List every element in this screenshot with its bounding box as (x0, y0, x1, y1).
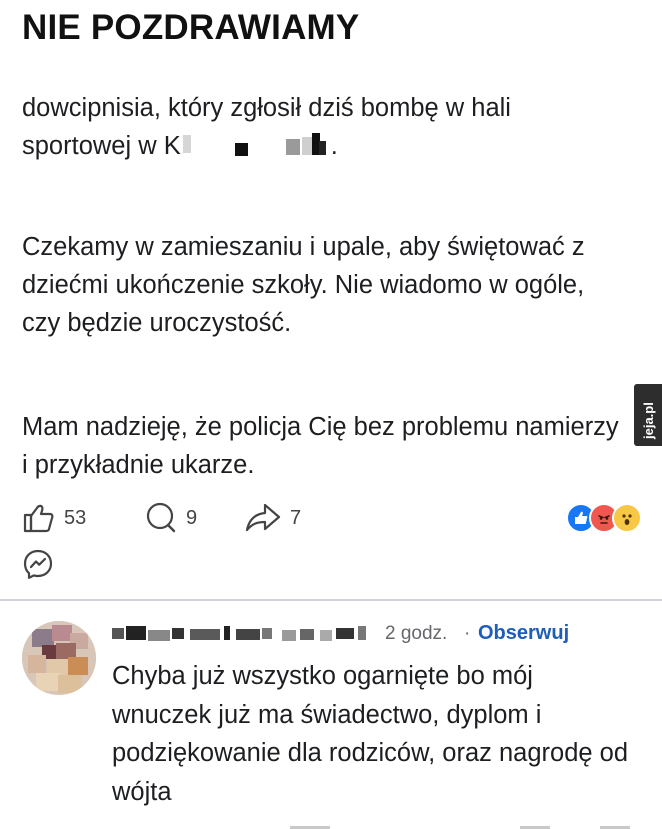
post-action-bar: 53 9 7 (22, 500, 642, 536)
redacted-commenter-name[interactable] (112, 626, 374, 642)
thumbs-up-icon (23, 504, 54, 533)
comment: 2 godz. · Obserwuj Chyba już wszystko og… (0, 601, 662, 829)
post: NIE POZDRAWIAMY dowcipnisia, który zgłos… (0, 0, 662, 600)
post-title: NIE POZDRAWIAMY (22, 8, 360, 47)
comment-timestamp: 2 godz. (385, 623, 448, 644)
post-paragraph-1-line-2-end: . (330, 132, 338, 160)
comment-text: Chyba już wszystko ogarnięte bo mój wnuc… (112, 662, 629, 806)
comment-bubble-icon (146, 502, 176, 533)
jeja-watermark: jeja.pl (634, 384, 662, 446)
commenter-avatar[interactable] (22, 621, 96, 695)
like-button[interactable]: 53 (22, 500, 86, 536)
post-paragraph-1: dowcipnisia, który zgłosił dziś bombę w … (22, 89, 622, 165)
post-paragraph-1-line-1: dowcipnisia, który zgłosił dziś bombę w … (22, 94, 511, 122)
jeja-logo: jeja.pl (641, 402, 656, 440)
follow-button[interactable]: Obserwuj (478, 622, 569, 645)
share-button[interactable]: 7 (244, 500, 301, 536)
header-separator: · (464, 623, 471, 644)
wow-reaction-icon (612, 503, 642, 533)
messenger-send-button[interactable] (22, 548, 54, 580)
post-paragraph-3: Mam nadzieję, że policja Cię bez problem… (22, 413, 619, 479)
redacted-place-name (181, 133, 331, 157)
svg-text:jeja.pl: jeja.pl (641, 402, 656, 440)
like-count: 53 (64, 506, 87, 529)
comment-header: 2 godz. · Obserwuj (112, 621, 652, 647)
post-paragraph-1-line-2: sportowej w K (22, 132, 181, 160)
reactions-summary[interactable] (566, 503, 642, 533)
messenger-icon (23, 549, 53, 579)
cut-off-content (0, 823, 662, 829)
share-arrow-icon (245, 503, 281, 532)
post-paragraph-2: Czekamy w zamieszaniu i upale, aby święt… (22, 233, 585, 337)
share-count: 7 (290, 506, 302, 529)
comment-button[interactable]: 9 (144, 500, 197, 536)
comment-count: 9 (186, 506, 198, 529)
